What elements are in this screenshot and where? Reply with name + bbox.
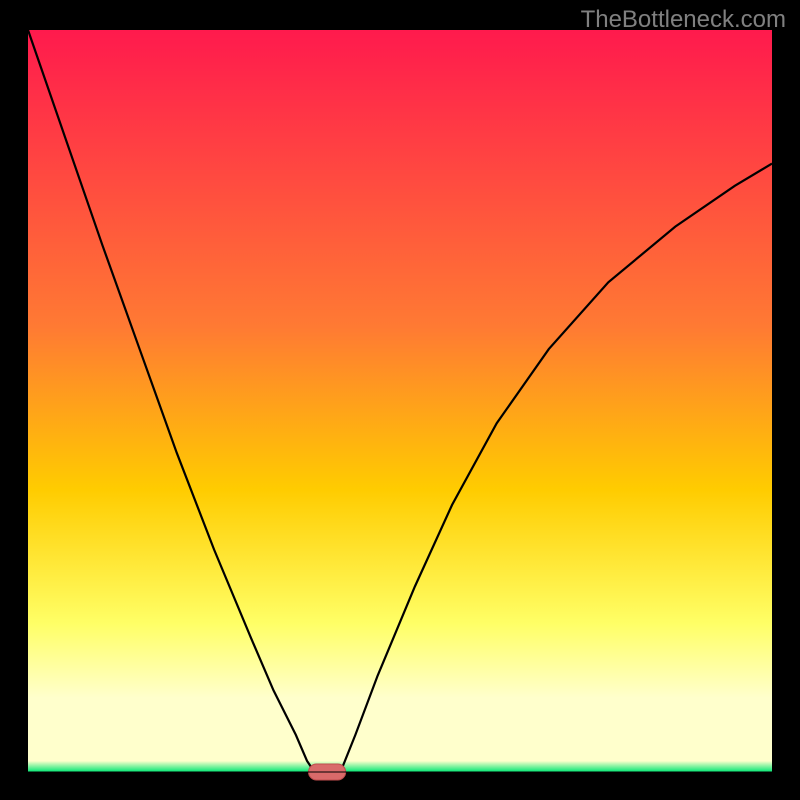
watermark-text: TheBottleneck.com	[581, 6, 786, 34]
bottleneck-chart	[0, 0, 800, 800]
plot-background	[28, 30, 772, 772]
chart-container: TheBottleneck.com	[0, 0, 800, 800]
